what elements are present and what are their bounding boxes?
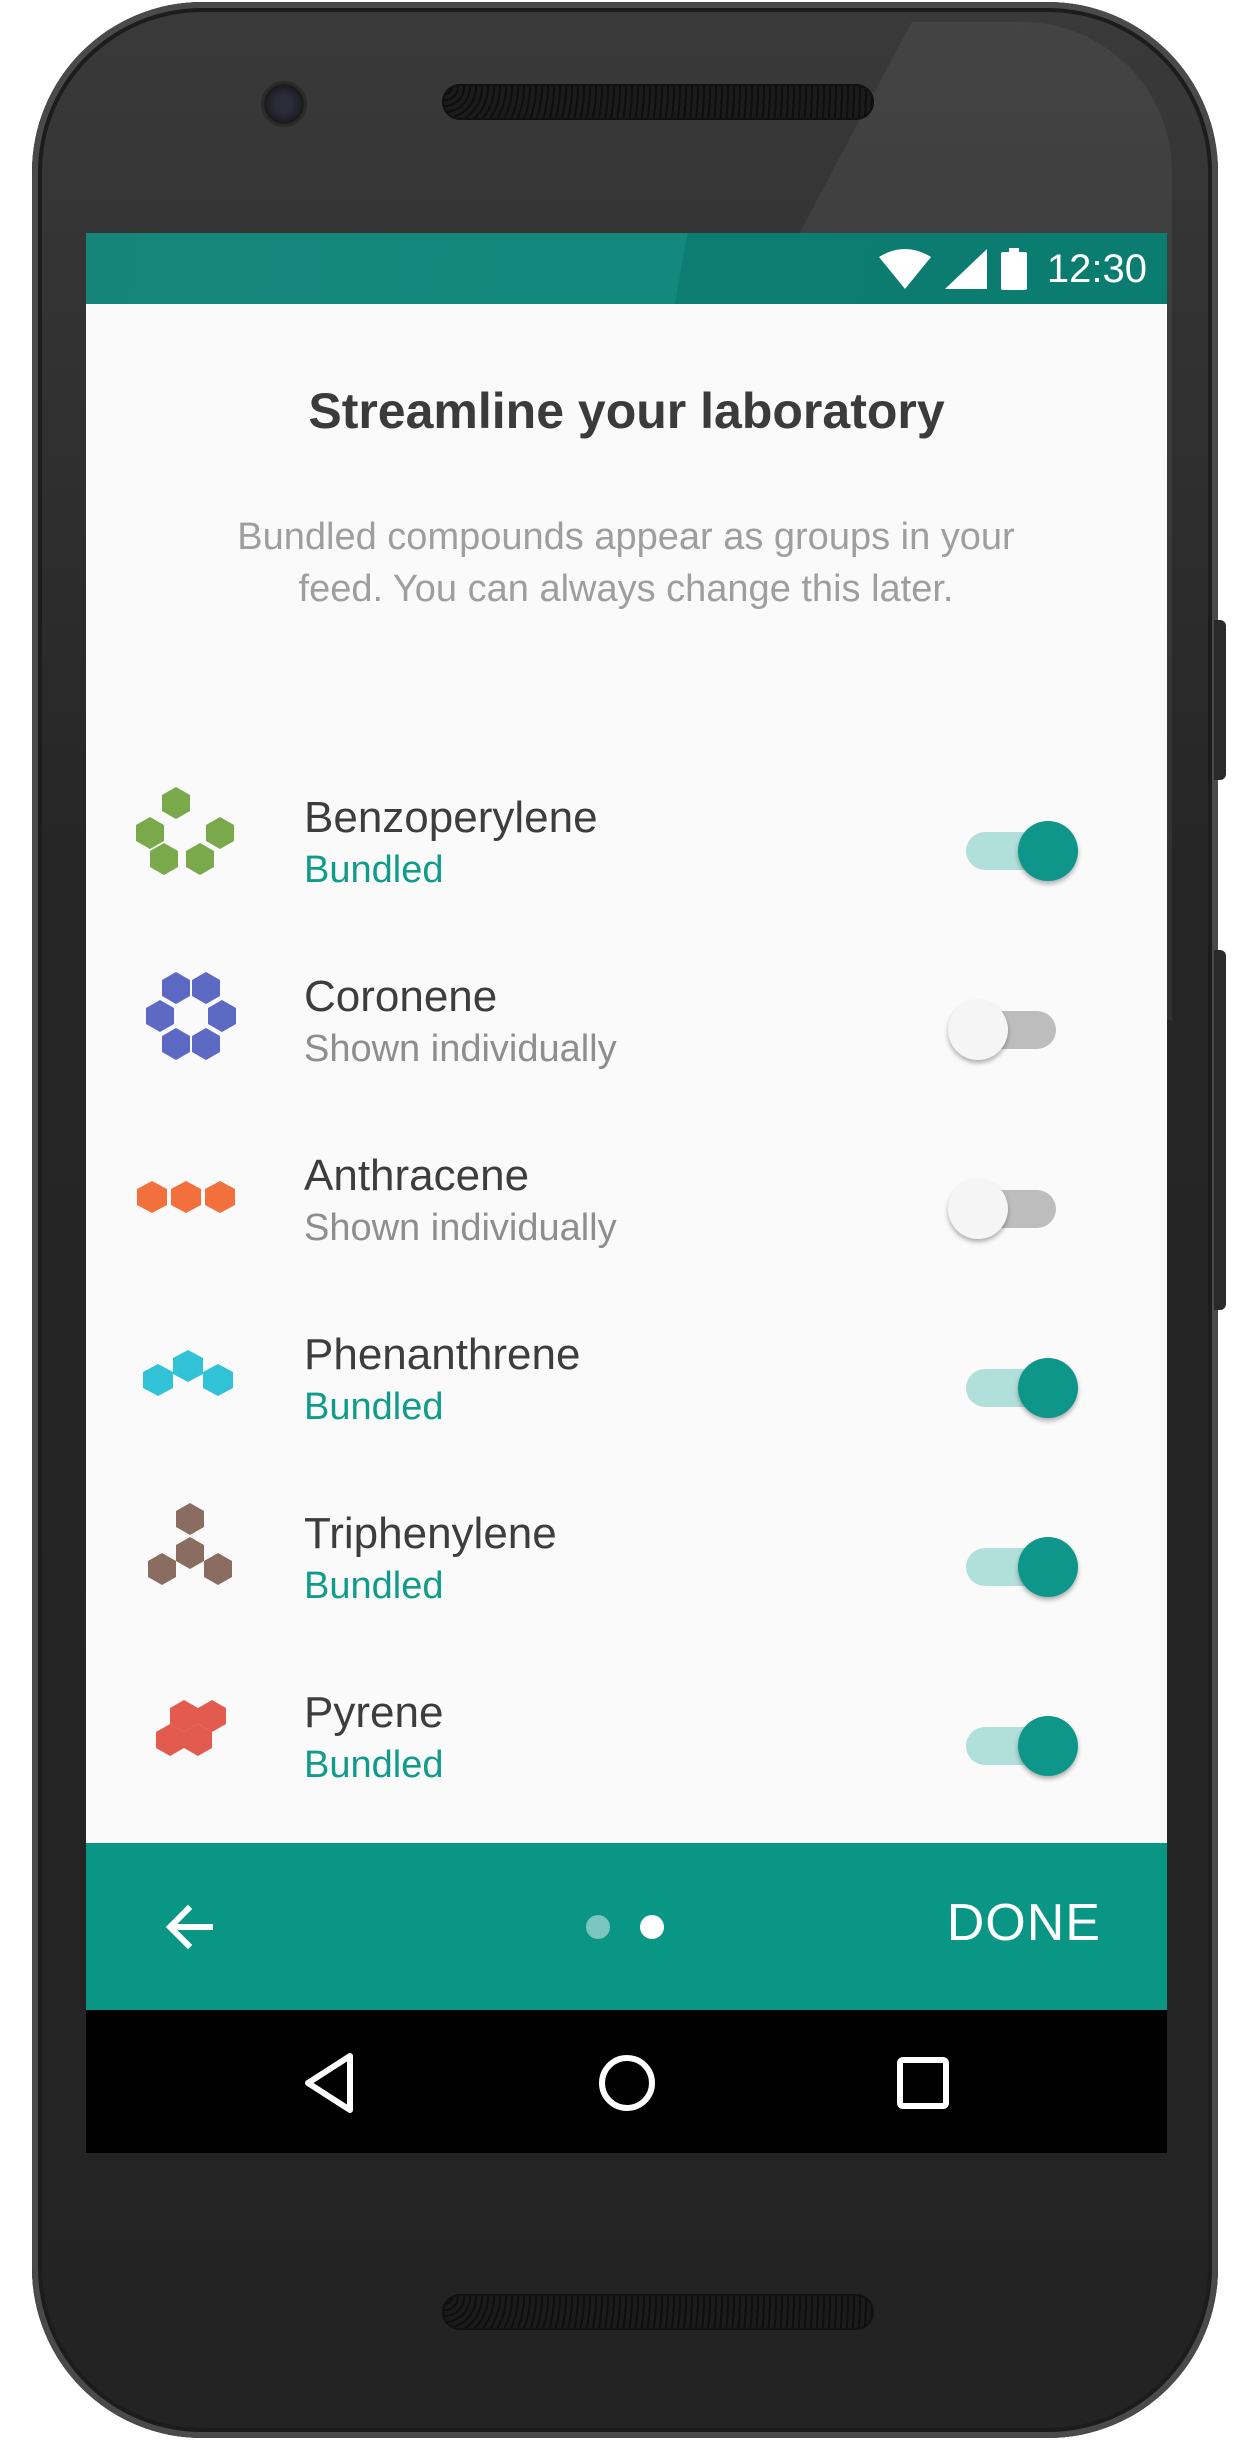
- toggle-knob: [1018, 1358, 1078, 1418]
- bottom-speaker: [442, 2294, 874, 2330]
- done-button[interactable]: DONE: [947, 1893, 1101, 1953]
- list-item[interactable]: Benzoperylene Bundled: [86, 757, 1167, 936]
- pyrene-icon: [156, 1700, 226, 1756]
- onboarding-footer: DONE: [86, 1843, 1167, 2010]
- compound-name: Triphenylene: [304, 1509, 557, 1558]
- compound-state: Shown individually: [304, 1207, 617, 1249]
- nav-recents-icon[interactable]: [888, 2048, 958, 2118]
- compound-state: Bundled: [304, 1565, 444, 1607]
- toggle-knob: [1018, 1716, 1078, 1776]
- page-dot-1: [586, 1915, 610, 1939]
- anthracene-icon: [137, 1181, 235, 1213]
- system-navigation-bar: [86, 2010, 1167, 2153]
- compound-state: Bundled: [304, 849, 444, 891]
- nav-home-icon[interactable]: [592, 2048, 662, 2118]
- onboarding-content: Streamline your laboratory Bundled compo…: [86, 304, 1167, 1843]
- wifi-icon: [878, 249, 931, 289]
- benzoperylene-icon: [136, 787, 234, 875]
- volume-button: [1214, 950, 1226, 1310]
- page-title: Streamline your laboratory: [308, 383, 945, 439]
- page-subtitle: Bundled compounds appear as groups in yo…: [237, 516, 1015, 610]
- toggle-knob: [1018, 1537, 1078, 1597]
- list-item[interactable]: Phenanthrene Bundled: [86, 1294, 1167, 1473]
- compound-state: Bundled: [304, 1744, 444, 1786]
- list-item[interactable]: Pyrene Bundled: [86, 1652, 1167, 1831]
- bundle-toggle[interactable]: [956, 1707, 1086, 1777]
- list-item[interactable]: Anthracene Shown individually: [86, 1115, 1167, 1294]
- compound-name: Benzoperylene: [304, 793, 598, 842]
- toggle-knob: [948, 1000, 1008, 1060]
- compound-list: Benzoperylene Bundled Coronene Shown ind…: [86, 757, 1167, 1831]
- bundle-toggle[interactable]: [956, 812, 1086, 882]
- bundle-toggle[interactable]: [948, 1170, 1086, 1240]
- compound-name: Phenanthrene: [304, 1330, 581, 1379]
- compound-name: Anthracene: [304, 1151, 530, 1200]
- bundle-toggle[interactable]: [956, 1349, 1086, 1419]
- phone-screen: 12:30 Streamline your laboratory Bundled…: [86, 233, 1167, 2153]
- top-speaker: [442, 84, 874, 120]
- page-dot-2: [640, 1915, 664, 1939]
- triphenylene-icon: [148, 1503, 232, 1585]
- bundle-toggle[interactable]: [956, 1528, 1086, 1598]
- status-bar: 12:30: [86, 233, 1167, 304]
- cell-signal-icon: [944, 249, 987, 289]
- bundle-toggle[interactable]: [948, 991, 1086, 1061]
- list-item[interactable]: Triphenylene Bundled: [86, 1473, 1167, 1652]
- nav-back-icon[interactable]: [296, 2048, 366, 2118]
- toggle-knob: [948, 1179, 1008, 1239]
- list-item[interactable]: Coronene Shown individually: [86, 936, 1167, 1115]
- status-time: 12:30: [1046, 246, 1147, 291]
- battery-icon: [1000, 248, 1027, 290]
- compound-name: Pyrene: [304, 1688, 444, 1737]
- compound-name: Coronene: [304, 972, 498, 1021]
- page-indicator: [586, 1915, 664, 1939]
- front-camera: [264, 84, 304, 124]
- phenanthrene-icon: [143, 1350, 233, 1396]
- arrow-left-icon[interactable]: [158, 1895, 222, 1959]
- coronene-icon: [146, 972, 236, 1060]
- compound-state: Bundled: [304, 1386, 444, 1428]
- power-button: [1214, 620, 1226, 780]
- toggle-knob: [1018, 821, 1078, 881]
- compound-state: Shown individually: [304, 1028, 617, 1070]
